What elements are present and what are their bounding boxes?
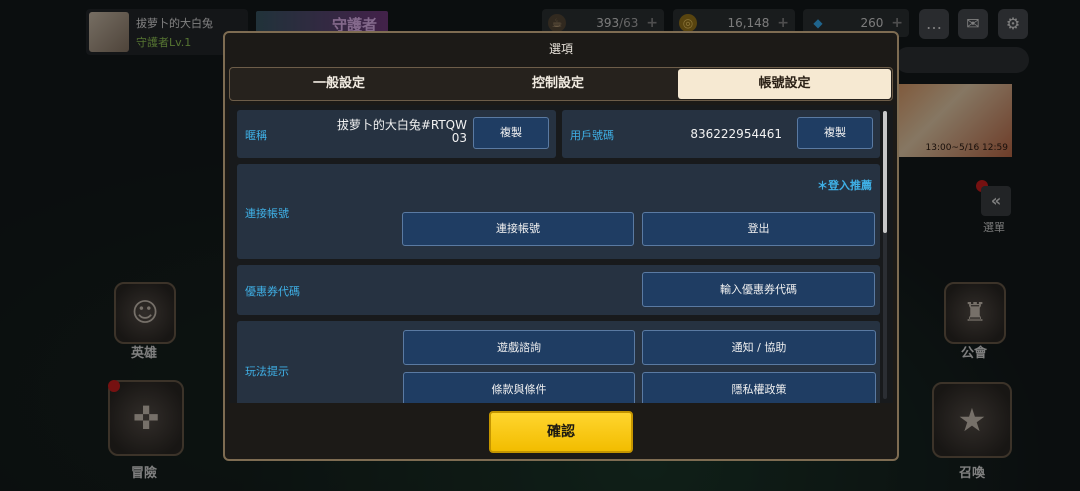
tab-general-settings[interactable]: 一般設定 bbox=[231, 69, 447, 99]
confirm-button[interactable]: 確認 bbox=[489, 411, 633, 453]
logout-button[interactable]: 登出 bbox=[642, 212, 875, 246]
user-id-label: 用戶號碼 bbox=[570, 129, 614, 142]
notice-help-button[interactable]: 通知 / 協助 bbox=[642, 330, 876, 365]
coupon-label: 優惠券代碼 bbox=[245, 285, 300, 298]
tips-label: 玩法提示 bbox=[245, 365, 289, 378]
tab-account-settings[interactable]: 帳號設定 bbox=[678, 69, 891, 99]
dialog-title: 選項 bbox=[548, 42, 573, 56]
settings-tabs: 一般設定 控制設定 帳號設定 bbox=[229, 67, 893, 101]
nickname-value-line2: 03 bbox=[451, 131, 467, 145]
user-id-value: 836222954461 bbox=[690, 127, 782, 141]
copy-user-id-button[interactable]: 複製 bbox=[797, 117, 873, 149]
login-recommend-text: ＊登入推薦 bbox=[817, 179, 872, 192]
link-account-label: 連接帳號 bbox=[245, 207, 289, 220]
options-dialog: 選項 一般設定 控制設定 帳號設定 暱稱 拔萝卜的大白兔#RTQW 03 複製 … bbox=[223, 31, 899, 461]
game-inquiry-button[interactable]: 遊戲諮詢 bbox=[403, 330, 635, 365]
copy-nickname-button[interactable]: 複製 bbox=[473, 117, 549, 149]
tips-section: 玩法提示 遊戲諮詢 通知 / 協助 條款與條件 隱私權政策 bbox=[237, 321, 880, 403]
link-account-button[interactable]: 連接帳號 bbox=[402, 212, 634, 246]
link-account-section: 連接帳號 ＊登入推薦 連接帳號 登出 bbox=[237, 164, 880, 259]
enter-coupon-button[interactable]: 輸入優惠券代碼 bbox=[642, 272, 875, 307]
scrollbar-thumb[interactable] bbox=[883, 111, 887, 233]
privacy-policy-button[interactable]: 隱私權政策 bbox=[642, 372, 876, 403]
nickname-label: 暱稱 bbox=[245, 129, 267, 142]
tab-control-settings[interactable]: 控制設定 bbox=[450, 69, 666, 99]
account-settings-content: 暱稱 拔萝卜的大白兔#RTQW 03 複製 用戶號碼 836222954461 … bbox=[229, 105, 893, 403]
user-id-row: 用戶號碼 836222954461 複製 bbox=[562, 110, 880, 158]
nickname-row: 暱稱 拔萝卜的大白兔#RTQW 03 複製 bbox=[237, 110, 556, 158]
coupon-section: 優惠券代碼 輸入優惠券代碼 bbox=[237, 265, 880, 315]
terms-button[interactable]: 條款與條件 bbox=[403, 372, 635, 403]
